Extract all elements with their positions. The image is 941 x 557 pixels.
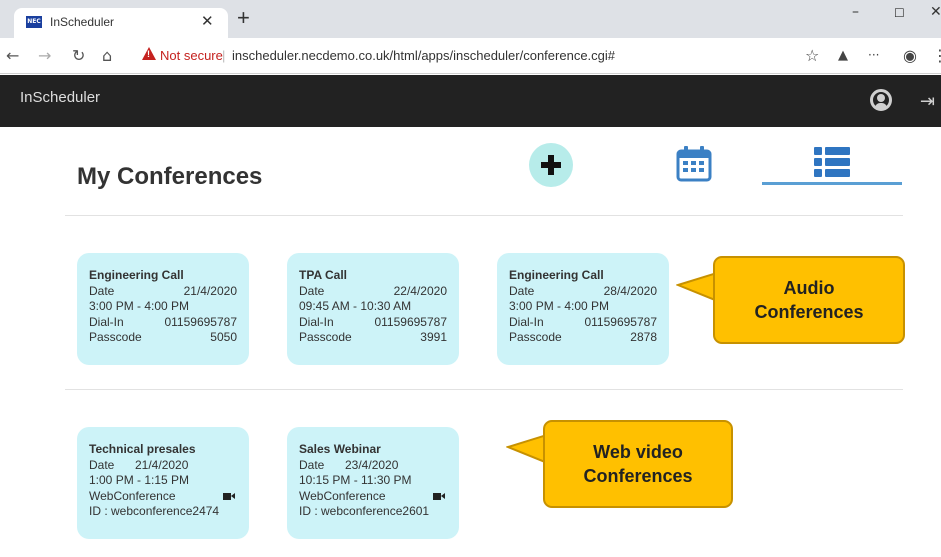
web-conference-card[interactable]: Sales Webinar Date 23/4/2020 10:15 PM - 1… (287, 427, 459, 539)
conference-id: ID : webconference2601 (299, 504, 430, 518)
date-row: Date 22/4/2020 (299, 283, 447, 298)
logout-icon[interactable]: ⇥ (920, 91, 935, 112)
maximize-icon[interactable]: ☐ (894, 6, 905, 20)
conference-title: Sales Webinar (299, 442, 381, 456)
type-row: WebConference (299, 489, 447, 505)
video-camera-icon (223, 492, 235, 500)
conference-title: Engineering Call (509, 268, 604, 282)
audio-conference-card[interactable]: Engineering Call Date 21/4/2020 3:00 PM -… (77, 253, 249, 365)
passcode-row: Passcode 3991 (299, 330, 447, 344)
video-camera-icon (433, 492, 445, 500)
bookmark-star-icon[interactable]: ☆ (805, 46, 819, 65)
browser-tab[interactable]: NEC InScheduler ✕ (14, 8, 228, 38)
time-row: 09:45 AM - 10:30 AM (299, 299, 412, 313)
url-field[interactable]: inscheduler.necdemo.co.uk/html/apps/insc… (232, 48, 615, 63)
conference-title: Technical presales (89, 442, 196, 456)
page-title: My Conferences (77, 163, 263, 190)
date-row: Date 21/4/2020 (89, 457, 189, 472)
security-label[interactable]: Not secure (160, 48, 223, 63)
audio-conferences-callout: Audio Conferences (713, 256, 905, 344)
address-separator: | (222, 48, 226, 63)
user-account-icon[interactable] (870, 89, 892, 111)
time-row: 3:00 PM - 4:00 PM (509, 299, 610, 313)
divider (65, 215, 903, 216)
conference-title: TPA Call (299, 268, 348, 282)
extension-more-icon[interactable]: ··· (868, 48, 879, 62)
dialin-row: Dial-In 01159695787 (89, 314, 237, 329)
app-title: InScheduler (20, 89, 101, 106)
chrome-menu-icon[interactable]: ⋮ (932, 46, 941, 65)
active-view-indicator (762, 182, 902, 185)
time-row: 10:15 PM - 11:30 PM (299, 473, 412, 487)
add-conference-button[interactable] (529, 143, 573, 187)
audio-conference-card[interactable]: Engineering Call Date 28/4/2020 3:00 PM -… (497, 253, 669, 365)
conference-id: ID : webconference2474 (89, 504, 220, 518)
conference-title: Engineering Call (89, 268, 184, 282)
web-video-conferences-callout: Web video Conferences (543, 420, 733, 508)
home-icon[interactable]: ⌂ (102, 46, 112, 65)
date-row: Date 28/4/2020 (509, 283, 657, 298)
audio-conference-card[interactable]: TPA Call Date 22/4/2020 09:45 AM - 10:30 … (287, 253, 459, 365)
profile-icon[interactable]: ◉ (903, 46, 917, 65)
date-row: Date 23/4/2020 (299, 457, 399, 472)
list-view-icon[interactable] (813, 145, 851, 179)
window-close-icon[interactable]: ✕ (930, 4, 941, 20)
dialin-row: Dial-In 01159695787 (509, 314, 657, 329)
tab-close-icon[interactable]: ✕ (201, 12, 214, 30)
app-header: InScheduler ⇥ (0, 75, 941, 127)
warning-icon[interactable] (142, 47, 156, 60)
minimize-icon[interactable]: – (852, 4, 859, 20)
divider (65, 389, 903, 390)
address-bar: ← → ↻ ⌂ Not secure | inscheduler.necdemo… (0, 38, 941, 74)
calendar-view-icon[interactable] (675, 145, 713, 183)
dialin-row: Dial-In 01159695787 (299, 314, 447, 329)
type-row: WebConference (89, 489, 237, 505)
drive-extension-icon[interactable]: ▲ (838, 48, 848, 63)
time-row: 1:00 PM - 1:15 PM (89, 473, 190, 487)
browser-tab-bar: NEC InScheduler ✕ + – ☐ ✕ (0, 0, 941, 38)
date-row: Date 21/4/2020 (89, 283, 237, 298)
nec-favicon-icon: NEC (26, 16, 42, 28)
new-tab-icon[interactable]: + (237, 7, 250, 29)
back-icon[interactable]: ← (6, 46, 19, 65)
reload-icon[interactable]: ↻ (72, 46, 85, 65)
web-conference-card[interactable]: Technical presales Date 21/4/2020 1:00 PM… (77, 427, 249, 539)
time-row: 3:00 PM - 4:00 PM (89, 299, 190, 313)
tab-title: InScheduler (50, 15, 115, 29)
forward-icon[interactable]: → (38, 46, 51, 65)
passcode-row: Passcode 2878 (509, 330, 657, 344)
passcode-row: Passcode 5050 (89, 330, 237, 344)
